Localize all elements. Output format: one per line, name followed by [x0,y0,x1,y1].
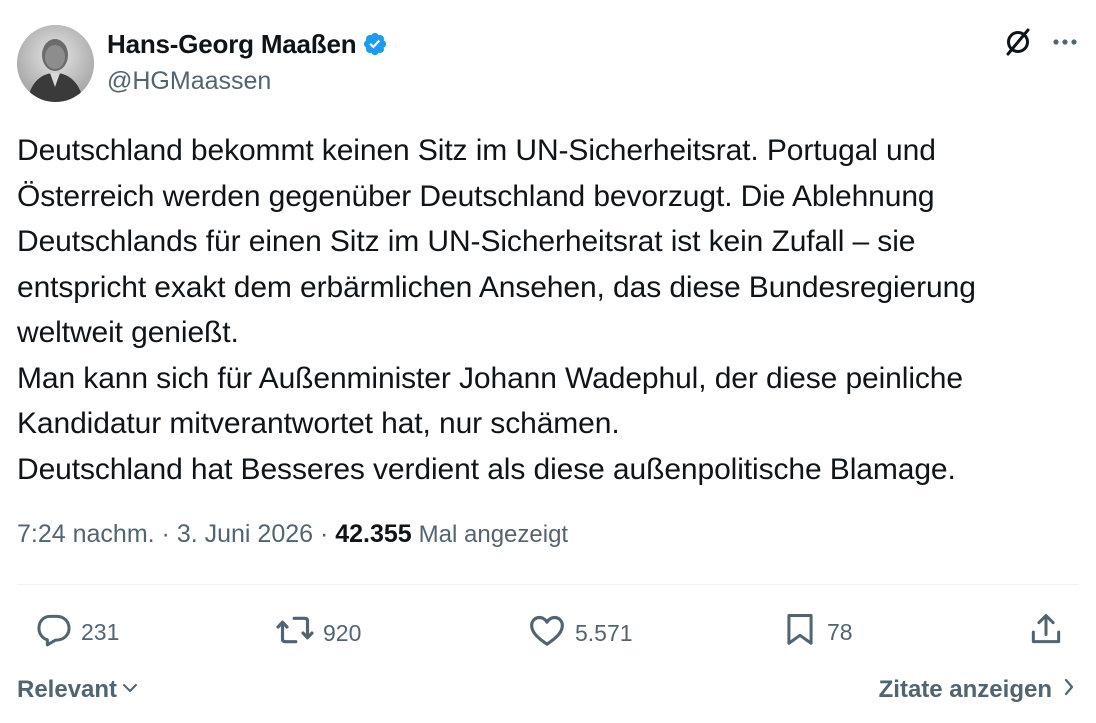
like-button[interactable]: 5.571 [527,610,633,656]
share-button[interactable] [1027,610,1065,654]
meta-separator: · [154,520,177,548]
avatar[interactable] [17,25,94,102]
like-count: 5.571 [575,619,633,646]
reply-icon [35,610,73,654]
view-quotes-label: Zitate anzeigen [878,676,1052,703]
repost-count: 920 [323,619,362,646]
tweet-time[interactable]: 7:24 nachm. [17,520,155,549]
sort-dropdown[interactable]: Relevant [17,676,139,704]
tweet-text: Deutschland bekommt keinen Sitz im UN-Si… [17,134,976,486]
repost-icon [275,610,315,656]
sort-label: Relevant [17,676,118,703]
author-handle[interactable]: @HGMaassen [107,67,271,96]
verified-badge-icon[interactable] [362,31,388,57]
share-icon [1027,610,1065,654]
grok-icon[interactable] [1002,26,1034,58]
reply-button[interactable]: 231 [35,610,119,654]
views-label: Mal angezeigt [418,521,569,548]
view-quotes-link[interactable]: Zitate anzeigen [879,676,1076,704]
author-name-row: Hans-Georg Maaßen [107,27,388,61]
author-name[interactable]: Hans-Georg Maaßen [107,29,357,60]
tweet-meta: 7:24 nachm. · 3. Juni 2026 · 42.355 Mal … [17,520,568,549]
views-count: 42.355 [335,520,412,548]
chevron-down-icon [121,676,139,704]
bookmark-button[interactable]: 78 [781,610,853,654]
reply-count: 231 [81,618,120,645]
tweet-date[interactable]: 3. Juni 2026 [177,520,313,549]
bookmark-count: 78 [827,618,853,645]
like-icon [527,610,567,656]
more-icon[interactable] [1050,27,1080,57]
tweet-top-actions [1002,26,1080,58]
divider [17,584,1079,585]
tweet-actions: 231 920 5.571 78 [17,610,1079,654]
bookmark-icon [781,610,819,654]
meta-separator: · [313,520,336,548]
chevron-right-icon [1062,676,1076,704]
repost-button[interactable]: 920 [275,610,361,656]
